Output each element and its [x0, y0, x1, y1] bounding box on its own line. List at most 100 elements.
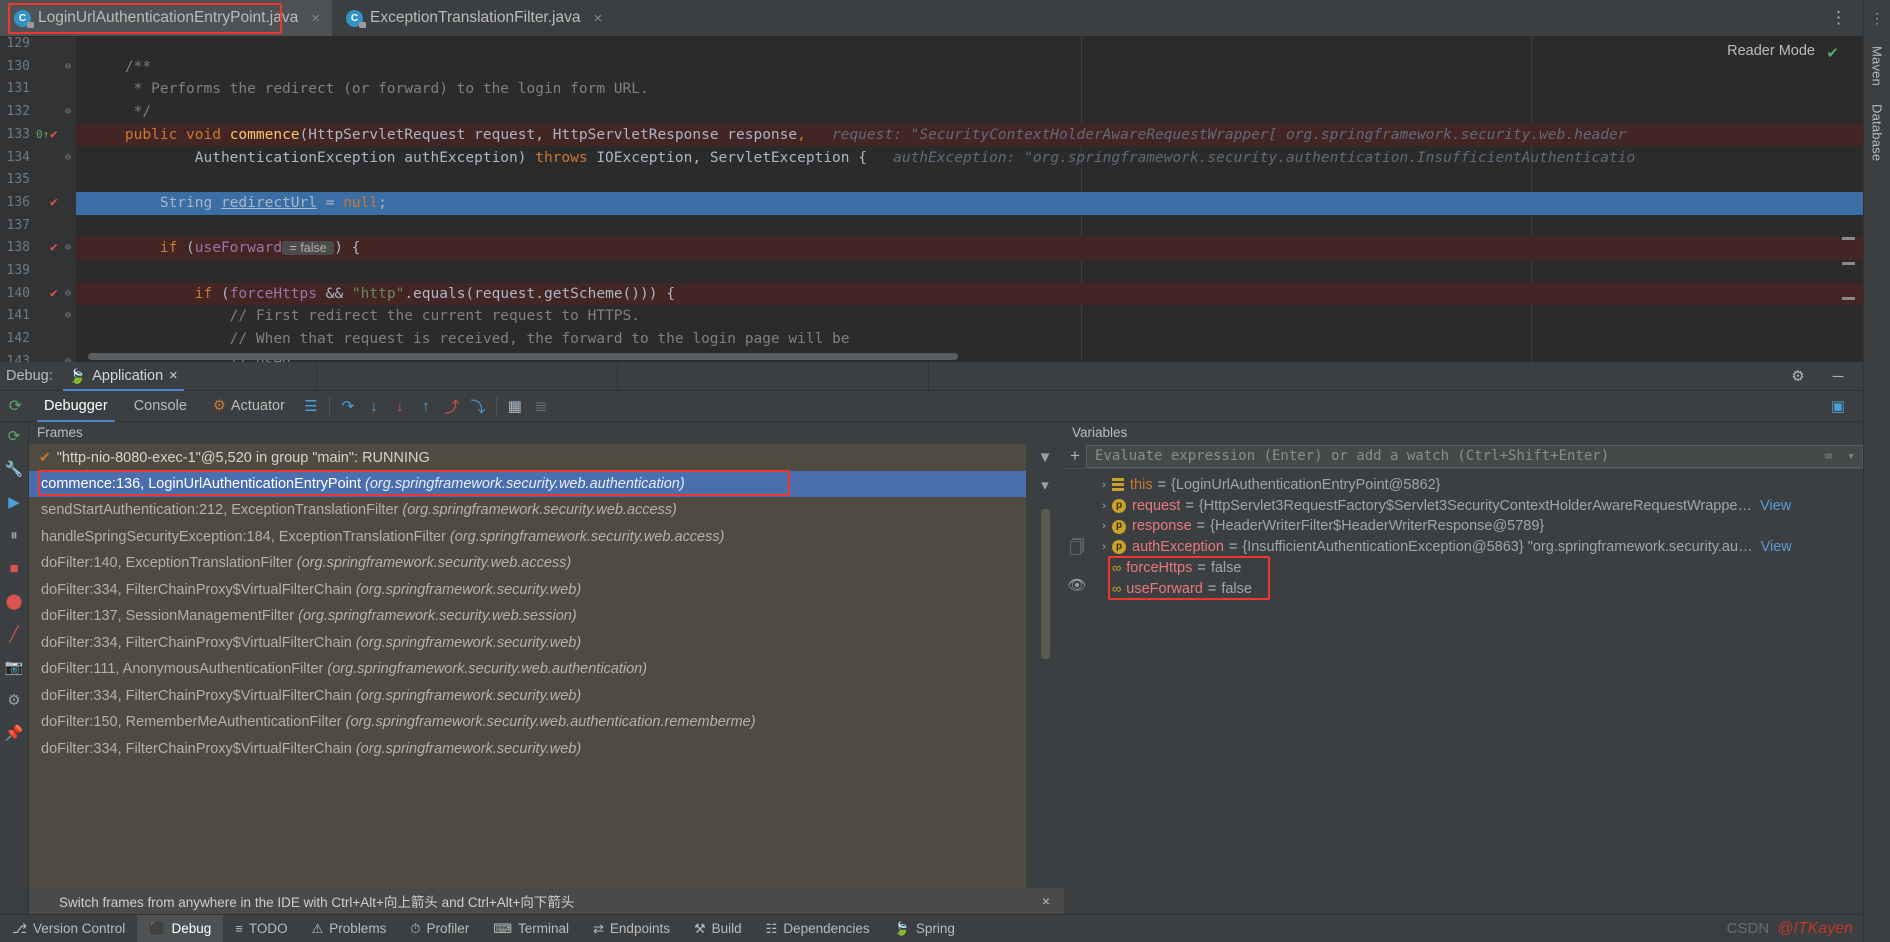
- code-line[interactable]: if (useForward = false ) {: [76, 237, 1863, 260]
- code-fold-icon[interactable]: ⊖: [65, 237, 71, 260]
- variable-row[interactable]: › p request = {HttpServlet3RequestFactory$Se…: [1090, 496, 1863, 517]
- step-over-icon[interactable]: ↷: [335, 391, 361, 422]
- status-bar-item-endpoints[interactable]: ⇄ Endpoints: [581, 915, 682, 942]
- close-icon[interactable]: ×: [169, 368, 177, 384]
- settings-wrench-icon[interactable]: 🔧: [4, 459, 24, 479]
- status-bar-item-debug[interactable]: ⬛ Debug: [137, 914, 224, 942]
- gear-icon[interactable]: ⚙: [4, 690, 24, 710]
- editor-code-area[interactable]: /** * Performs the redirect (or forward)…: [76, 37, 1863, 362]
- editor-horizontal-scrollbar[interactable]: [88, 353, 958, 360]
- resume-icon[interactable]: ▶: [4, 492, 24, 512]
- tab-console[interactable]: Console: [121, 391, 200, 422]
- code-line[interactable]: AuthenticationException authException) t…: [76, 147, 1863, 170]
- frames-scrollbar[interactable]: [1040, 509, 1050, 659]
- layout-icon[interactable]: ☰: [298, 391, 324, 422]
- code-fold-icon[interactable]: ⊖: [65, 351, 71, 362]
- code-line[interactable]: [76, 260, 1863, 283]
- gear-icon[interactable]: ⚙: [1785, 361, 1811, 392]
- variable-row[interactable]: › this = {LoginUrlAuthenticationEntryPoint@…: [1090, 475, 1863, 496]
- code-line[interactable]: /**: [76, 56, 1863, 79]
- code-line[interactable]: if (forceHttps && "http".equals(request.…: [76, 282, 1863, 306]
- inspection-status-icon[interactable]: ✔: [1826, 44, 1839, 62]
- code-line[interactable]: * Performs the redirect (or forward) to …: [76, 78, 1863, 101]
- link-icon[interactable]: ∞: [1825, 449, 1833, 464]
- code-line[interactable]: [76, 37, 1863, 56]
- frame-row[interactable]: sendStartAuthentication:212, ExceptionTr…: [29, 497, 1026, 524]
- variable-row[interactable]: ∞ useForward = false: [1090, 579, 1863, 600]
- step-into-icon[interactable]: ↓: [361, 391, 387, 422]
- close-icon[interactable]: ×: [311, 10, 320, 27]
- evaluate-expression-input[interactable]: Evaluate expression (Enter) or add a wat…: [1086, 444, 1863, 468]
- filter-icon[interactable]: ▼: [1035, 447, 1055, 467]
- close-icon[interactable]: ×: [593, 10, 602, 27]
- variables-list[interactable]: 🗍 👁 › this = {LoginUrlAuthenticationEntryPo…: [1064, 469, 1863, 914]
- stop-icon[interactable]: ■: [4, 558, 24, 578]
- frame-row[interactable]: doFilter:334, FilterChainProxy$VirtualFi…: [29, 577, 1026, 604]
- reader-mode-label[interactable]: Reader Mode: [1727, 43, 1815, 59]
- frame-row[interactable]: doFilter:334, FilterChainProxy$VirtualFi…: [29, 683, 1026, 710]
- code-fold-icon[interactable]: ⊖: [65, 305, 71, 328]
- camera-icon[interactable]: 📷: [4, 657, 24, 677]
- status-bar-item-todo[interactable]: ≡ TODO: [223, 915, 299, 942]
- rerun-icon[interactable]: ⟳: [4, 426, 24, 446]
- view-value-link[interactable]: View: [1760, 496, 1791, 517]
- chevron-right-icon[interactable]: ›: [1096, 475, 1112, 496]
- frames-thread-row[interactable]: ✔ "http-nio-8080-exec-1"@5,520 in group "…: [29, 444, 1026, 471]
- pause-icon[interactable]: ⏸: [4, 525, 24, 545]
- code-line[interactable]: [76, 215, 1863, 238]
- status-bar-item-version-control[interactable]: ⎇ Version Control: [0, 915, 137, 942]
- variable-row[interactable]: ∞ forceHttps = false: [1090, 558, 1863, 579]
- frame-row[interactable]: doFilter:111, AnonymousAuthenticationFil…: [29, 656, 1026, 683]
- variable-row[interactable]: › p response = {HeaderWriterFilter$HeaderWri…: [1090, 516, 1863, 537]
- tab-actuator[interactable]: ⚙ Actuator: [200, 391, 298, 422]
- add-watch-button[interactable]: +: [1064, 446, 1086, 466]
- frame-row[interactable]: doFilter:334, FilterChainProxy$VirtualFi…: [29, 736, 1026, 763]
- right-rail-item-database[interactable]: Database: [1870, 104, 1885, 161]
- frame-row[interactable]: doFilter:150, RememberMeAuthenticationFi…: [29, 709, 1026, 736]
- code-fold-icon[interactable]: ⊖: [65, 56, 71, 79]
- editor-tab-1[interactable]: C ExceptionTranslationFilter.java ×: [332, 0, 614, 36]
- chevron-right-icon[interactable]: ›: [1096, 516, 1112, 537]
- drop-frame-icon[interactable]: ⤴: [439, 391, 465, 422]
- mute-breakpoints-icon[interactable]: ≣: [528, 391, 554, 422]
- eye-icon[interactable]: 👁: [1067, 575, 1087, 595]
- status-bar-item-profiler[interactable]: ⏱ Profiler: [398, 915, 481, 942]
- frame-row[interactable]: doFilter:137, SessionManagementFilter (o…: [29, 603, 1026, 630]
- chevron-right-icon[interactable]: ›: [1096, 496, 1112, 517]
- tab-debugger[interactable]: Debugger: [31, 391, 121, 422]
- minimize-icon[interactable]: ─: [1825, 361, 1851, 392]
- step-out-icon[interactable]: ↑: [413, 391, 439, 422]
- status-bar-item-build[interactable]: ⚒ Build: [682, 915, 754, 942]
- code-line[interactable]: // First redirect the current request to…: [76, 305, 1863, 328]
- editor-gutter[interactable]: 129 130 ⊖ 131 132 ⊖ 133 0↑ ✔ 134 ⊖ 135 136 ✔ 137 138 ✔ ⊖ 1…: [0, 37, 76, 362]
- run-to-cursor-icon[interactable]: ⤵: [465, 391, 491, 422]
- code-line[interactable]: // When that request is received, the fo…: [76, 328, 1863, 351]
- mute-breakpoints-icon[interactable]: ╱: [4, 624, 24, 644]
- bookmark-green-icon[interactable]: 0↑: [36, 124, 49, 147]
- code-line[interactable]: String redirectUrl = null;: [76, 191, 1863, 215]
- breakpoint-red-icon[interactable]: ✔: [50, 237, 58, 260]
- restore-layout-icon[interactable]: ▣: [1825, 391, 1851, 422]
- code-fold-icon[interactable]: ⊖: [65, 101, 71, 124]
- breakpoint-check-icon[interactable]: ✔: [50, 192, 58, 215]
- debug-session-tab[interactable]: 🍃 Application ×: [61, 362, 186, 391]
- status-bar-item-terminal[interactable]: ⌨ Terminal: [481, 915, 581, 942]
- frame-row[interactable]: doFilter:334, FilterChainProxy$VirtualFi…: [29, 630, 1026, 657]
- pin-icon[interactable]: 📌: [4, 723, 24, 743]
- status-bar-item-problems[interactable]: ⚠ Problems: [300, 915, 399, 942]
- copy-icon[interactable]: 🗍: [1067, 539, 1087, 559]
- view-breakpoints-icon[interactable]: ⬤: [4, 591, 24, 611]
- close-icon[interactable]: ×: [1042, 893, 1050, 909]
- rerun-icon[interactable]: ⟳: [0, 396, 31, 416]
- frame-row[interactable]: commence:136, LoginUrlAuthenticationEntr…: [29, 470, 1026, 497]
- frames-list[interactable]: ✔ "http-nio-8080-exec-1"@5,520 in group "…: [29, 444, 1026, 888]
- chevron-down-icon[interactable]: ▾: [1847, 449, 1855, 464]
- code-editor[interactable]: 129 130 ⊖ 131 132 ⊖ 133 0↑ ✔ 134 ⊖ 135 136 ✔ 137 138 ✔ ⊖ 1…: [0, 37, 1863, 362]
- frame-row[interactable]: doFilter:140, ExceptionTranslationFilter…: [29, 550, 1026, 577]
- frame-row[interactable]: handleSpringSecurityException:184, Excep…: [29, 524, 1026, 551]
- variable-row[interactable]: › p authException = {InsufficientAuthenticat…: [1090, 537, 1863, 558]
- right-rail-item-maven[interactable]: Maven: [1870, 46, 1885, 86]
- more-options-icon[interactable]: ⋮: [1824, 8, 1853, 28]
- code-fold-icon[interactable]: ⊖: [65, 147, 71, 170]
- editor-tab-0[interactable]: C LoginUrlAuthenticationEntryPoint.java …: [0, 0, 332, 36]
